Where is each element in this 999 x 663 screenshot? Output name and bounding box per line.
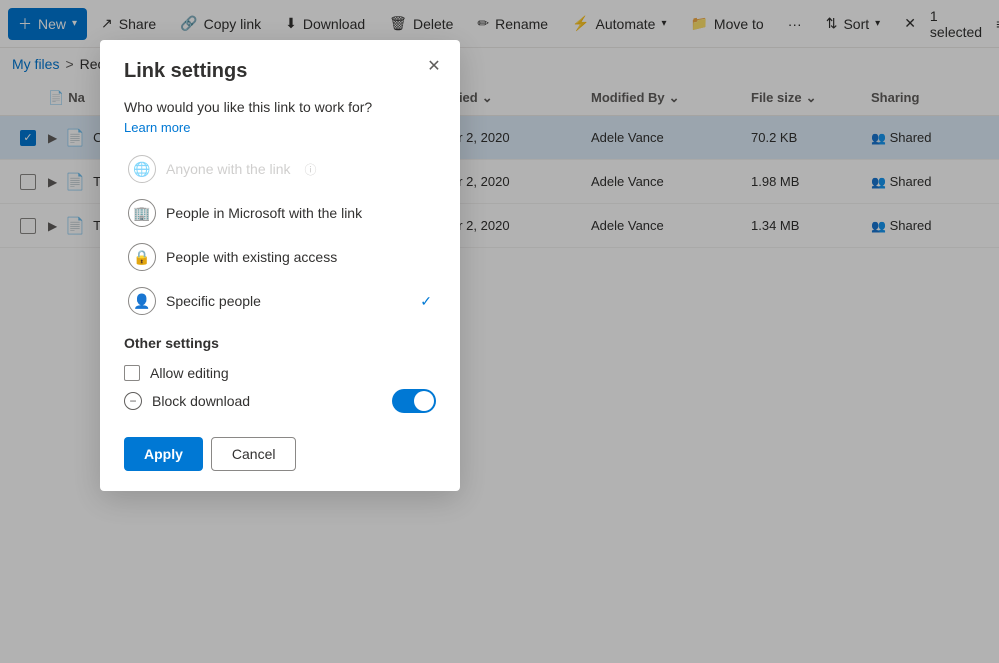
person-specific-icon: 👤 bbox=[128, 287, 156, 315]
learn-more-link[interactable]: Learn more bbox=[124, 120, 190, 135]
link-settings-modal: ✕ Link settings Who would you like this … bbox=[100, 40, 460, 491]
cancel-button[interactable]: Cancel bbox=[211, 437, 297, 471]
allow-editing-checkbox[interactable] bbox=[124, 365, 140, 381]
specific-check-icon: ✓ bbox=[420, 293, 432, 310]
option-anyone[interactable]: 🌐 Anyone with the link ⓘ bbox=[124, 147, 436, 191]
option-existing-label: People with existing access bbox=[166, 249, 337, 265]
option-specific-label: Specific people bbox=[166, 293, 261, 309]
option-existing-access[interactable]: 🔒 People with existing access bbox=[124, 235, 436, 279]
block-download-toggle[interactable] bbox=[392, 389, 436, 413]
info-circle-icon: ⓘ bbox=[305, 161, 317, 178]
person-lock-icon: 🔒 bbox=[128, 243, 156, 271]
option-microsoft[interactable]: 🏢 People in Microsoft with the link bbox=[124, 191, 436, 235]
allow-editing-row: Allow editing bbox=[124, 361, 436, 385]
building-icon: 🏢 bbox=[128, 199, 156, 227]
block-download-label: Block download bbox=[152, 393, 250, 409]
option-microsoft-label: People in Microsoft with the link bbox=[166, 205, 362, 221]
option-specific-people[interactable]: 👤 Specific people ✓ bbox=[124, 279, 436, 323]
modal-title: Link settings bbox=[124, 60, 436, 83]
option-anyone-label: Anyone with the link bbox=[166, 161, 291, 177]
modal-actions: Apply Cancel bbox=[124, 437, 436, 471]
modal-close-button[interactable]: ✕ bbox=[420, 52, 448, 80]
modal-question: Who would you like this link to work for… bbox=[124, 99, 436, 115]
allow-editing-label[interactable]: Allow editing bbox=[150, 365, 229, 381]
apply-button[interactable]: Apply bbox=[124, 437, 203, 471]
modal-overlay: ✕ Link settings Who would you like this … bbox=[0, 0, 999, 663]
other-settings-title: Other settings bbox=[124, 335, 436, 351]
globe-icon: 🌐 bbox=[128, 155, 156, 183]
minus-icon: − bbox=[124, 392, 142, 410]
block-download-row: − Block download bbox=[124, 385, 436, 417]
toggle-thumb bbox=[414, 391, 434, 411]
